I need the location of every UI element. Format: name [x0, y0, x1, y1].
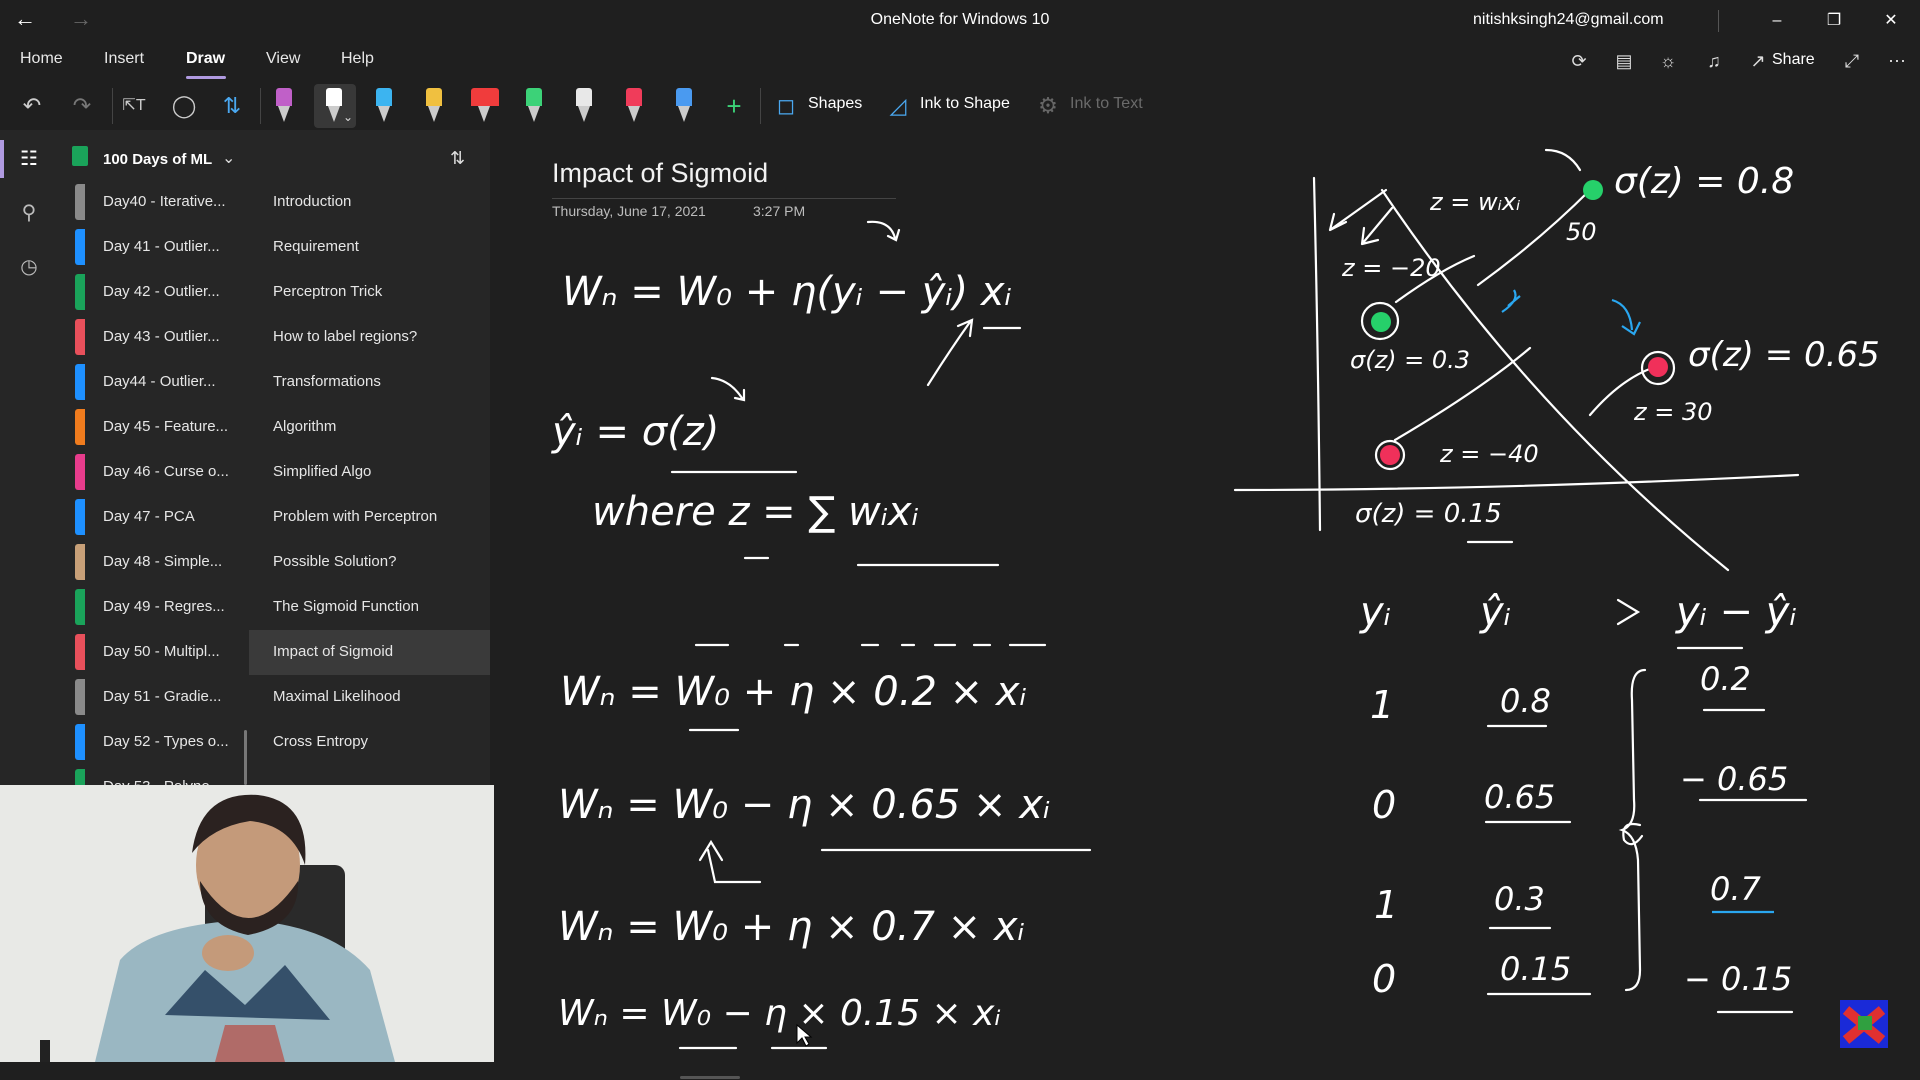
point-green	[1583, 180, 1603, 200]
point-red	[1380, 445, 1400, 465]
ink-sigma-0.15: σ(z) = 0.15	[1355, 499, 1502, 529]
ink-equation-2: ŷᵢ = σ(z)	[551, 409, 719, 455]
horizontal-scrollbar[interactable]	[680, 1076, 740, 1079]
table-y-3: 1	[1374, 883, 1398, 927]
ink-layer: Wₙ = W₀ + η(yᵢ − ŷᵢ) xᵢ ŷᵢ = σ(z) where …	[551, 148, 1888, 1050]
table-header-y: yᵢ	[1359, 589, 1391, 635]
graph-y-axis	[1312, 176, 1322, 532]
ink-arrow	[1360, 206, 1394, 246]
graph-points	[1371, 180, 1668, 465]
table-y-1: 1	[1370, 683, 1394, 727]
table-yhat-3: 0.3	[1494, 880, 1545, 918]
ink-equation-6: Wₙ = W₀ + η × 0.7 × xᵢ	[558, 904, 1025, 950]
ink-equation-3: where z = ∑ wᵢxᵢ	[592, 489, 919, 535]
table-header-yhat: ŷᵢ	[1479, 589, 1511, 635]
status-strip	[0, 1062, 1920, 1080]
ink-brace	[1618, 668, 1647, 992]
table-y-2: 0	[1372, 783, 1396, 827]
ink-arrow	[710, 376, 746, 402]
table-header-diff: yᵢ − ŷᵢ	[1675, 589, 1797, 635]
ink-equation-7: Wₙ = W₀ − η × 0.15 × xᵢ	[558, 993, 1001, 1034]
table-diff-4: − 0.15	[1684, 960, 1792, 998]
table-y-4: 0	[1372, 957, 1396, 1001]
ink-equation-5: Wₙ = W₀ − η × 0.65 × xᵢ	[558, 782, 1050, 828]
ink-equation-4: Wₙ = W₀ + η × 0.2 × xᵢ	[560, 669, 1027, 715]
channel-logo	[1840, 1000, 1888, 1048]
ink-arrow	[926, 318, 974, 387]
point-red	[1648, 357, 1668, 377]
table-yhat-4: 0.15	[1500, 950, 1571, 988]
ink-sigma-0.65: σ(z) = 0.65	[1688, 335, 1880, 375]
table-diff-3: 0.7	[1710, 870, 1762, 908]
ink-z-minus-20: z = −20	[1341, 254, 1441, 282]
ink-sigma-0.3: σ(z) = 0.3	[1350, 346, 1470, 374]
table-yhat-2: 0.65	[1484, 778, 1555, 816]
ink-z-minus-40: z = −40	[1439, 440, 1539, 468]
ink-blue-arrow	[1501, 289, 1521, 313]
table-diff-2: − 0.65	[1680, 760, 1788, 798]
ink-sigma-0.8: σ(z) = 0.8	[1614, 161, 1794, 202]
ink-50: 50	[1566, 218, 1597, 246]
ink-equation-1: Wₙ = W₀ + η(yᵢ − ŷᵢ) xᵢ	[562, 269, 1012, 315]
ink-arrow	[1544, 148, 1582, 172]
ink-z-30: z = 30	[1633, 398, 1713, 426]
ink-arrow	[866, 220, 901, 242]
ink-arrow	[698, 839, 762, 884]
point-green	[1371, 312, 1391, 332]
table-yhat-1: 0.8	[1500, 682, 1551, 720]
table-diff-1: 0.2	[1700, 660, 1751, 698]
ink-z-wixi: z = wᵢxᵢ	[1429, 188, 1520, 216]
ink-blue-arrow	[1611, 298, 1641, 336]
ink-arrow	[1616, 598, 1641, 626]
